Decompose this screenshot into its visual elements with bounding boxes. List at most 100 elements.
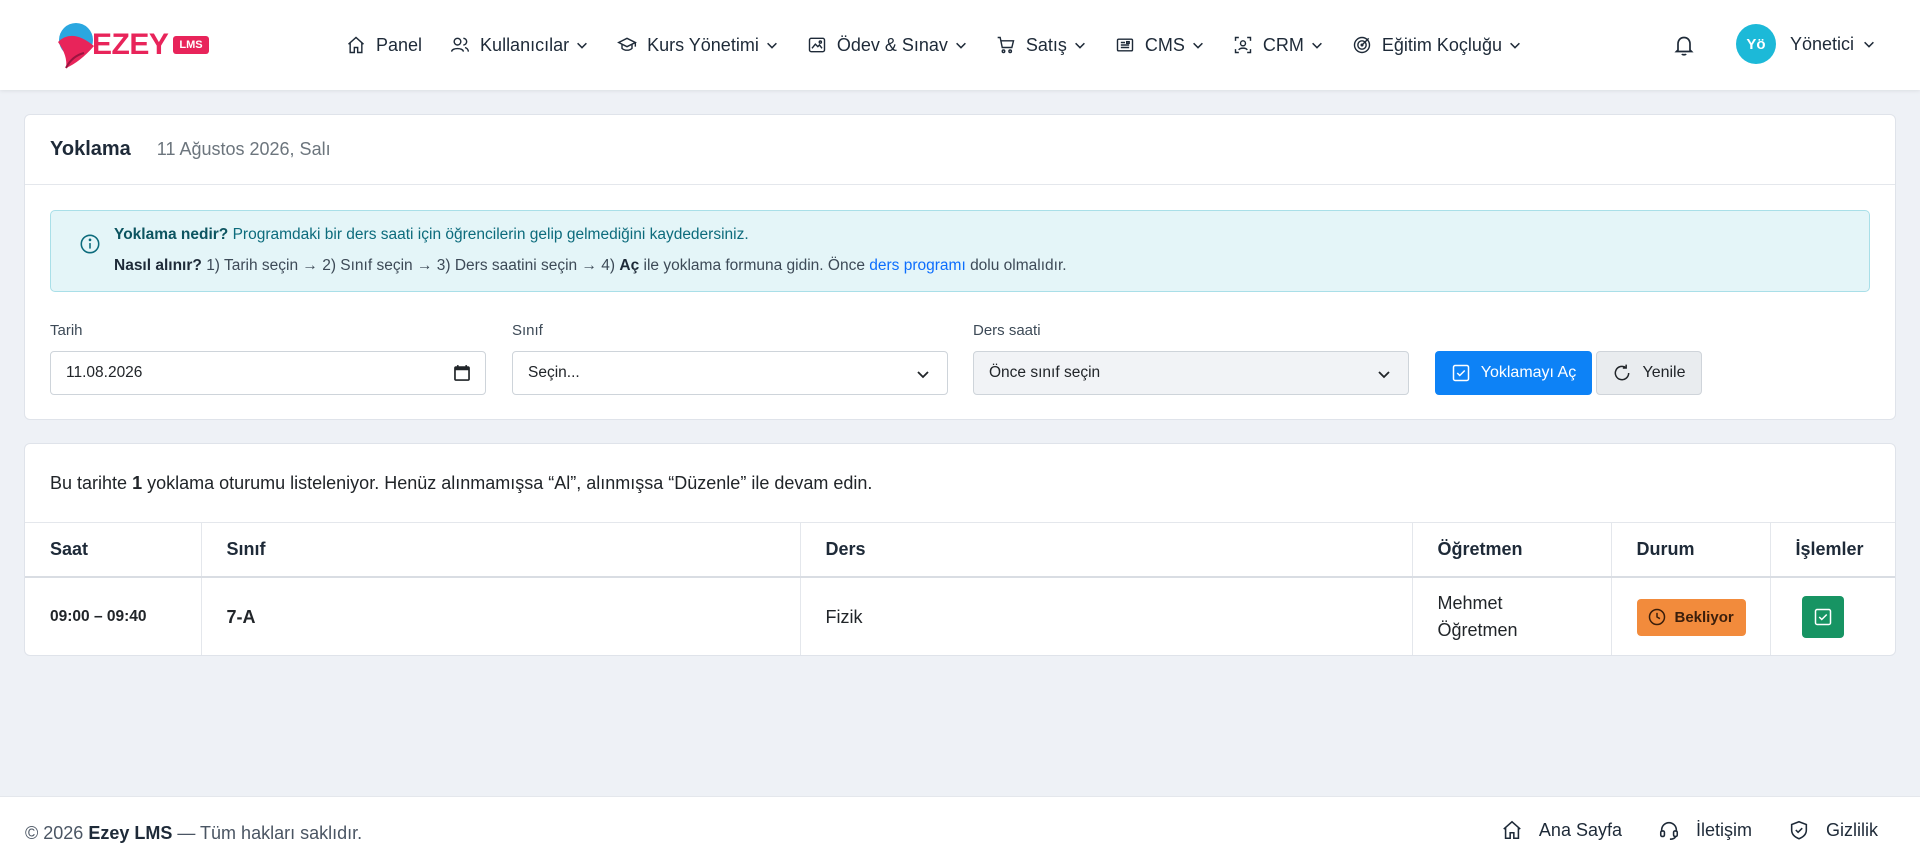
class-select[interactable]: Seçin... — [512, 351, 948, 395]
refresh-button[interactable]: Yenile — [1596, 351, 1702, 395]
nav-item-panel[interactable]: Panel — [346, 35, 422, 56]
column-header-lesson[interactable]: Ders — [800, 522, 1413, 578]
date-label: Tarih — [50, 322, 83, 339]
class-label: Sınıf — [512, 322, 543, 339]
clock-icon — [1648, 608, 1665, 626]
period-label: Ders saati — [973, 322, 1041, 339]
user-menu[interactable]: Yö Yönetici — [1736, 24, 1876, 64]
sessions-table: Saat Sınıf Ders Öğretmen Durum İşlemler … — [25, 522, 1895, 656]
nav-item-crm[interactable]: CRM — [1233, 35, 1324, 56]
take-attendance-button[interactable] — [1801, 596, 1844, 638]
info-line-how: Nasıl alınır? 1) Tarih seçin → 2) Sınıf … — [114, 257, 1067, 275]
class-select-value: Seçin... — [528, 364, 580, 381]
logo-mark-icon — [50, 20, 100, 70]
cell-teacher: Mehmet Öğretmen — [1412, 576, 1612, 655]
cell-class: 7-A — [201, 576, 801, 655]
copyright-year: © 2026 — [25, 823, 84, 843]
period-select[interactable]: Önce sınıf seçin — [973, 351, 1409, 395]
teacher-name: Mehmet Öğretmen — [1437, 593, 1518, 640]
chevron-down-icon — [1864, 41, 1874, 48]
notifications-button[interactable] — [1672, 33, 1698, 59]
chevron-down-icon — [1510, 42, 1520, 49]
info-question-what: Yoklama nedir? — [114, 226, 229, 243]
info-alert: Yoklama nedir? Programdaki bir ders saat… — [50, 210, 1870, 292]
info-steps: 1) Tarih seçin → 2) Sınıf seçin → 3) Der… — [206, 257, 616, 274]
open-attendance-label: Yoklamayı Aç — [1480, 364, 1577, 381]
footer-link-home[interactable]: Ana Sayfa — [1501, 819, 1622, 841]
nav-item-course-management[interactable]: Kurs Yönetimi — [617, 35, 779, 56]
nav-item-users[interactable]: Kullanıcılar — [450, 35, 589, 56]
column-header-class[interactable]: Sınıf — [201, 522, 801, 578]
schedule-link[interactable]: ders programı — [869, 257, 965, 274]
open-attendance-button[interactable]: Yoklamayı Aç — [1435, 351, 1592, 395]
checkbox-icon — [1814, 608, 1831, 626]
sessions-summary: Bu tarihte 1 yoklama oturumu listeleniyo… — [50, 473, 872, 494]
newspaper-icon — [1116, 38, 1134, 52]
period-select-value: Önce sınıf seçin — [989, 364, 1101, 381]
footer-link-contact[interactable]: İletişim — [1658, 819, 1752, 841]
main-menu: Panel Kullanıcılar Kurs Yönetimi Ödev & … — [346, 28, 1550, 62]
refresh-label: Yenile — [1642, 364, 1686, 381]
nav-item-label: Kurs Yönetimi — [647, 34, 759, 55]
copyright-brand: Ezey LMS — [88, 823, 173, 843]
footer-link-label: Ana Sayfa — [1538, 819, 1622, 840]
avatar: Yö — [1736, 24, 1776, 64]
calendar-icon[interactable] — [453, 364, 471, 382]
scan-face-icon — [1234, 36, 1252, 54]
footer-link-privacy[interactable]: Gizlilik — [1788, 819, 1878, 841]
chevron-down-icon — [1378, 371, 1390, 379]
users-icon — [451, 37, 470, 52]
nav-item-coaching[interactable]: Eğitim Koçluğu — [1352, 35, 1522, 56]
user-name: Yönetici — [1790, 33, 1855, 54]
cell-time: 09:00 – 09:40 — [25, 576, 202, 655]
nav-item-sales[interactable]: Satış — [996, 35, 1087, 56]
cart-icon — [997, 36, 1015, 54]
image-icon — [808, 37, 826, 53]
cell-lesson: Fizik — [800, 576, 1413, 655]
chevron-down-icon — [766, 42, 777, 49]
nav-item-label: Ödev & Sınav — [836, 34, 948, 55]
page-footer: © 2026 Ezey LMS — Tüm hakları saklıdır. … — [0, 796, 1920, 868]
date-value: 11.08.2026 — [66, 364, 143, 381]
brand-badge: LMS — [173, 36, 209, 54]
graduation-cap-icon — [617, 37, 638, 51]
copyright-rights: — Tüm hakları saklıdır. — [177, 823, 363, 843]
top-navbar: EZEY LMS Panel Kullanıcılar Kurs Yönetim… — [0, 0, 1920, 90]
status-label: Bekliyor — [1674, 608, 1734, 626]
footer-link-label: İletişim — [1695, 819, 1752, 840]
attendance-card: Yoklama 11 Ağustos 2026, Salı Yoklama ne… — [24, 114, 1896, 420]
info-answer-what: Programdaki bir ders saati için öğrencil… — [232, 226, 749, 243]
home-icon — [1503, 820, 1521, 840]
column-header-time[interactable]: Saat — [25, 522, 202, 578]
home-icon — [348, 36, 364, 54]
info-steps-cont: ile yoklama formuna gidin. Önce — [643, 257, 865, 274]
chevron-down-icon — [1311, 42, 1322, 49]
date-input[interactable]: 11.08.2026 — [50, 351, 486, 395]
chevron-down-icon — [577, 42, 588, 49]
info-icon — [79, 233, 101, 255]
cell-status: Bekliyor — [1611, 576, 1771, 655]
info-question-how: Nasıl alınır? — [114, 257, 202, 274]
nav-item-label: Eğitim Koçluğu — [1381, 34, 1502, 55]
copyright: © 2026 Ezey LMS — Tüm hakları saklıdır. — [25, 823, 362, 844]
info-line-what: Yoklama nedir? Programdaki bir ders saat… — [114, 226, 749, 244]
table-header-row: Saat Sınıf Ders Öğretmen Durum İşlemler — [25, 522, 1895, 578]
checkbox-icon — [1452, 364, 1470, 382]
footer-links: Ana Sayfa İletişim Gizlilik — [1465, 819, 1878, 841]
page-title: Yoklama — [50, 138, 131, 160]
nav-item-cms[interactable]: CMS — [1115, 35, 1205, 56]
card-header: Yoklama 11 Ağustos 2026, Salı — [25, 115, 1895, 185]
column-header-actions: İşlemler — [1770, 522, 1895, 578]
footer-link-label: Gizlilik — [1826, 819, 1878, 840]
info-steps-end: dolu olmalıdır. — [970, 257, 1067, 274]
column-header-teacher[interactable]: Öğretmen — [1412, 522, 1612, 578]
info-open-word: Aç — [619, 257, 640, 274]
summary-pre: Bu tarihte — [50, 473, 128, 493]
nav-item-homework-exam[interactable]: Ödev & Sınav — [807, 35, 968, 56]
cell-actions — [1770, 577, 1895, 656]
sessions-card: Bu tarihte 1 yoklama oturumu listeleniyo… — [24, 443, 1896, 656]
column-header-status[interactable]: Durum — [1611, 522, 1771, 578]
brand-logo[interactable]: EZEY LMS — [50, 20, 209, 70]
chevron-down-icon — [955, 42, 966, 49]
chevron-down-icon — [1192, 42, 1203, 49]
